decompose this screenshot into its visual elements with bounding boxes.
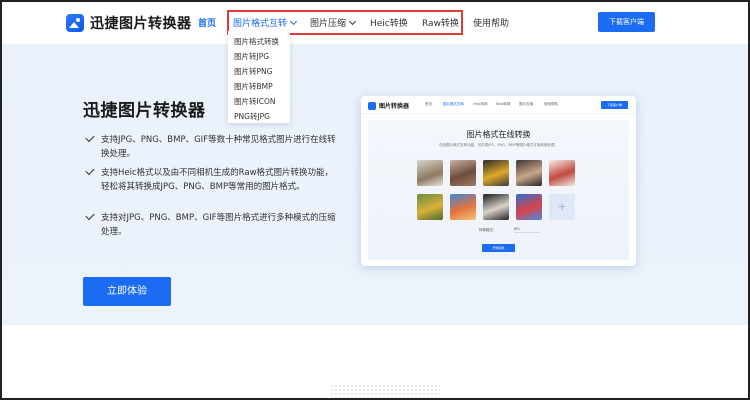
sample-photo — [417, 194, 443, 220]
preview-logo: 图片转换器 — [368, 101, 409, 110]
preview-header: 图片转换器 首页 图片格式互转 Heic转换 Raw转换 图片压缩 使用帮助 下… — [361, 96, 636, 114]
preview-nav-item: 首页 — [425, 102, 432, 106]
preview-nav-item: 图片压缩 — [519, 102, 533, 106]
hero-title: 迅捷图片转换器 — [83, 101, 206, 121]
top-header: 迅捷图片转换器 首页 图片格式互转 图片压缩 Heic转换 Raw转换 使用帮助… — [0, 0, 750, 44]
preview-nav-item: Raw转换 — [496, 102, 511, 106]
preview-convert-button: 开始转换 — [482, 244, 515, 252]
check-icon — [85, 132, 95, 143]
preview-format-label: 转换格式： — [479, 228, 497, 232]
preview-subtitle: 在线图片格式互转功能，可实现JPG、PNG、BMP等图片格式互相转换处理。 — [439, 143, 558, 147]
sample-photo — [450, 194, 476, 220]
feature-item: 支持JPG、PNG、BMP、GIF等数十种常见格式图片进行在线转换处理。 — [85, 132, 336, 161]
product-preview: 图片转换器 首页 图片格式互转 Heic转换 Raw转换 图片压缩 使用帮助 下… — [361, 96, 636, 266]
preview-title: 图片格式在线转换 — [466, 130, 531, 139]
feature-text: 支持JPG、PNG、BMP、GIF等数十种常见格式图片进行在线转换处理。 — [101, 135, 336, 159]
preview-nav-item: 图片格式互转 — [443, 102, 464, 106]
dropdown-item-to-jpg[interactable]: 图片转JPG — [228, 49, 290, 64]
logo-icon — [368, 101, 376, 110]
feature-text: 支持对JPG、PNG、BMP、GIF等图片格式进行多种模式的压缩处理。 — [101, 213, 336, 237]
nav-home-label: 首页 — [198, 19, 217, 29]
plus-icon: + — [549, 194, 575, 220]
dropdown-item-png-to-jpg[interactable]: PNG转JPG — [228, 109, 290, 124]
format-convert-dropdown: 图片格式转换 图片转JPG 图片转PNG 图片转BMP 图片转ICON PNG转… — [228, 31, 290, 123]
sample-photo — [417, 160, 443, 186]
check-icon — [85, 210, 95, 221]
dropdown-item-to-png[interactable]: 图片转PNG — [228, 64, 290, 79]
feature-text: 支持Heic格式以及由不同相机生成的Raw格式图片转换功能，轻松将其转换成JPG… — [101, 168, 334, 192]
preview-nav-item: Heic转换 — [473, 102, 488, 106]
check-icon — [85, 165, 95, 176]
dropdown-item-to-icon[interactable]: 图片转ICON — [228, 94, 290, 109]
sample-photo — [450, 160, 476, 186]
sample-photo — [483, 194, 509, 220]
dropdown-item-to-bmp[interactable]: 图片转BMP — [228, 79, 290, 94]
sample-photo — [549, 160, 575, 186]
sample-photo — [483, 160, 509, 186]
site-logo[interactable]: 迅捷图片转换器 — [66, 13, 192, 33]
preview-body: 图片格式在线转换 在线图片格式互转功能，可实现JPG、PNG、BMP等图片格式互… — [368, 120, 629, 260]
sample-photo — [516, 194, 542, 220]
logo-icon — [66, 14, 84, 32]
decorative-dots — [330, 384, 440, 398]
preview-nav-item: 使用帮助 — [544, 102, 558, 106]
try-now-button[interactable]: 立即体验 — [83, 277, 171, 306]
feature-item: 支持Heic格式以及由不同相机生成的Raw格式图片转换功能，轻松将其转换成JPG… — [85, 165, 336, 194]
dropdown-item-format-convert[interactable]: 图片格式转换 — [228, 34, 290, 49]
preview-download-button: 下载客户端 — [601, 101, 628, 109]
download-client-button[interactable]: 下载客户端 — [598, 12, 655, 32]
nav-help[interactable]: 使用帮助 — [473, 16, 509, 29]
feature-item: 支持对JPG、PNG、BMP、GIF等图片格式进行多种模式的压缩处理。 — [85, 210, 336, 239]
logo-text: 迅捷图片转换器 — [90, 16, 192, 32]
preview-logo-text: 图片转换器 — [379, 103, 410, 110]
sample-photo — [516, 160, 542, 186]
preview-format-select: JPG — [514, 227, 540, 233]
nav-help-label: 使用帮助 — [473, 19, 510, 29]
nav-home[interactable]: 首页 — [198, 16, 216, 29]
